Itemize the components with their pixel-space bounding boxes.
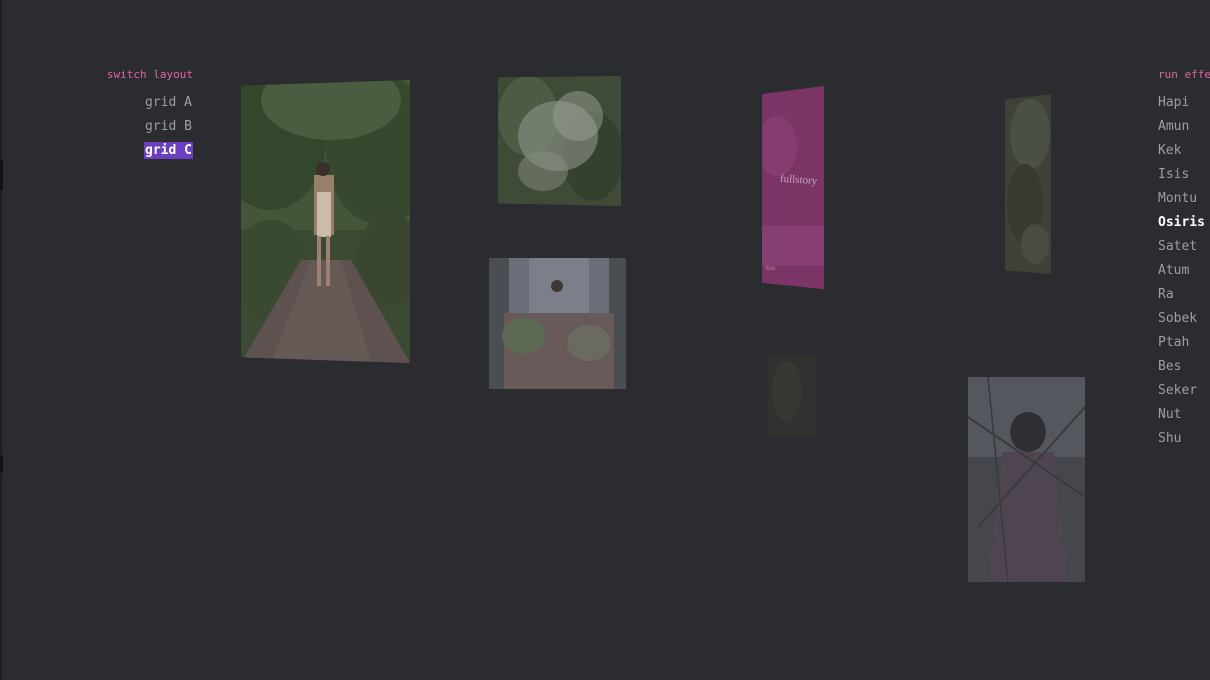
gallery-book-cover[interactable]: fullstory Sue — [762, 86, 824, 289]
run-effect-title: run effe — [1158, 68, 1210, 81]
effect-item-ptah[interactable]: Ptah — [1158, 331, 1210, 355]
run-effect-nav: run effe Hapi Amun Kek Isis Montu Osiris… — [1158, 67, 1210, 451]
effect-item-nut[interactable]: Nut — [1158, 403, 1210, 427]
effect-item-sobek[interactable]: Sobek — [1158, 307, 1210, 331]
gallery-photo-dark-foliage[interactable] — [1005, 94, 1051, 274]
effect-item-osiris[interactable]: Osiris — [1158, 211, 1210, 235]
switch-layout-title: switch layout — [106, 68, 193, 81]
effect-item-kek[interactable]: Kek — [1158, 139, 1210, 163]
effect-item-shu[interactable]: Shu — [1158, 427, 1210, 451]
book-cover-footer: Sue — [765, 264, 776, 272]
gallery-photo-woman-path[interactable] — [241, 80, 410, 363]
effect-item-ra[interactable]: Ra — [1158, 283, 1210, 307]
gallery-photo-branches-woman[interactable] — [968, 377, 1085, 582]
switch-layout-nav: switch layout grid A grid B grid C — [0, 67, 193, 163]
effect-item-isis[interactable]: Isis — [1158, 163, 1210, 187]
book-cover-title: fullstory — [779, 172, 818, 188]
effect-item-amun[interactable]: Amun — [1158, 115, 1210, 139]
effect-item-bes[interactable]: Bes — [1158, 355, 1210, 379]
left-edge-marker — [0, 455, 3, 473]
layout-item-grid-a[interactable]: grid A — [0, 91, 193, 115]
gallery-photo-bouquet[interactable] — [489, 258, 626, 389]
effect-item-seker[interactable]: Seker — [1158, 379, 1210, 403]
layout-item-grid-c[interactable]: grid C — [0, 139, 193, 163]
effect-item-montu[interactable]: Montu — [1158, 187, 1210, 211]
gallery-photo-small-dark[interactable] — [767, 356, 816, 436]
effect-item-atum[interactable]: Atum — [1158, 259, 1210, 283]
layout-item-grid-b[interactable]: grid B — [0, 115, 193, 139]
gallery-photo-blossoms[interactable] — [498, 76, 621, 206]
left-edge-marker — [0, 160, 3, 190]
effect-item-hapi[interactable]: Hapi — [1158, 91, 1210, 115]
effect-item-satet[interactable]: Satet — [1158, 235, 1210, 259]
